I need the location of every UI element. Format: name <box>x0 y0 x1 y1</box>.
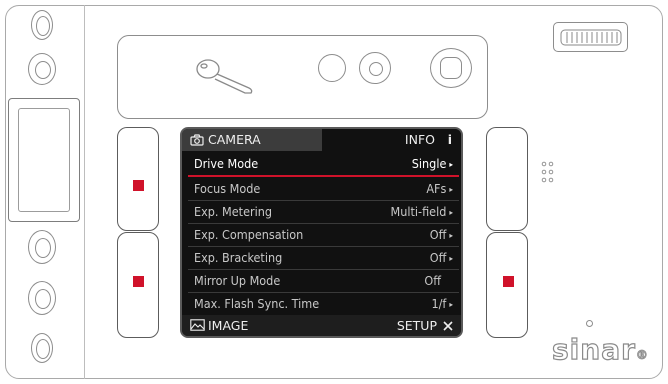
top-left-dial[interactable] <box>31 10 53 40</box>
status-led <box>586 320 593 327</box>
menu-item-exp-bracketing[interactable]: Exp. Bracketing Off ▸ <box>188 247 459 269</box>
chevron-right-icon: ▸ <box>449 160 453 169</box>
menu-item-value: 1/f ▸ <box>431 296 453 311</box>
chevron-right-icon: ▸ <box>449 231 453 240</box>
selection-underline <box>188 175 459 177</box>
image-icon <box>190 319 205 331</box>
lower-dial[interactable] <box>28 230 56 264</box>
right-lower-soft-button[interactable] <box>486 232 528 338</box>
chevron-right-icon: ▸ <box>449 300 453 309</box>
menu-item-label: Mirror Up Mode <box>194 273 281 288</box>
left-lower-soft-button[interactable] <box>117 232 159 338</box>
menu-item-label: Exp. Compensation <box>194 227 304 242</box>
left-panel-divider <box>84 5 85 379</box>
chevron-right-icon: ▸ <box>449 185 453 194</box>
menu-item-value: Multi-field ▸ <box>390 204 453 219</box>
left-upper-soft-button[interactable] <box>117 127 159 231</box>
menu-item-exp-metering[interactable]: Exp. Metering Multi-field ▸ <box>188 201 459 223</box>
key-icon <box>196 59 253 94</box>
right-upper-soft-button[interactable] <box>486 127 528 231</box>
menu-item-value: AFs ▸ <box>426 181 453 196</box>
menu-item-focus-mode[interactable]: Focus Mode AFs ▸ <box>188 178 459 200</box>
menu-item-drive-mode[interactable]: Drive Mode Single ▸ <box>188 153 459 175</box>
menu-item-label: Max. Flash Sync. Time <box>194 296 320 311</box>
round-button-right[interactable] <box>359 52 391 84</box>
menu-item-label: Exp. Bracketing <box>194 250 283 265</box>
menu-item-label: Drive Mode <box>194 156 259 171</box>
menu-item-label: Exp. Metering <box>194 204 273 219</box>
menu-item-value: Off <box>424 273 441 288</box>
menu-item-mirror-up-mode[interactable]: Mirror Up Mode Off <box>188 270 459 292</box>
eyepiece-window <box>18 108 70 212</box>
menu-item-value: Off ▸ <box>429 227 453 242</box>
tab-image[interactable]: IMAGE <box>182 315 302 336</box>
square-button[interactable] <box>430 48 472 88</box>
menu-footer: IMAGE SETUP <box>182 315 461 336</box>
menu-item-label: Focus Mode <box>194 181 261 196</box>
camera-icon <box>190 134 204 146</box>
brand-logo: sinar® <box>551 332 649 366</box>
right-lower-red-marker <box>503 276 514 287</box>
chevron-right-icon: ▸ <box>449 254 453 263</box>
thumb-wheel[interactable] <box>553 22 628 52</box>
chevron-right-icon: ▸ <box>449 208 453 217</box>
bottom-left-button[interactable] <box>31 333 53 363</box>
thumb-wheel-ridges <box>560 29 622 46</box>
left-upper-red-marker <box>133 180 144 191</box>
info-icon: i <box>447 132 452 147</box>
tab-camera-label: CAMERA <box>208 132 261 147</box>
left-lower-red-marker <box>133 276 144 287</box>
lower-dial-2[interactable] <box>28 281 56 315</box>
tab-setup-label: SETUP <box>396 318 437 333</box>
menu-item-exp-compensation[interactable]: Exp. Compensation Off ▸ <box>188 224 459 246</box>
tab-camera[interactable]: CAMERA <box>182 129 322 151</box>
tools-icon <box>443 321 453 331</box>
tab-setup[interactable]: SETUP <box>362 315 461 336</box>
menu-item-value: Off ▸ <box>429 250 453 265</box>
speaker-grille-icon <box>541 161 554 183</box>
lcd-screen: CAMERA INFO i Drive Mode Single ▸ Focus M… <box>180 127 463 338</box>
menu-item-max-flash-sync-time[interactable]: Max. Flash Sync. Time 1/f ▸ <box>188 293 459 315</box>
tab-info-label: INFO <box>404 132 435 147</box>
tab-info[interactable]: INFO i <box>322 129 461 151</box>
mode-dial[interactable] <box>28 53 56 85</box>
tab-image-label: IMAGE <box>208 318 249 333</box>
menu-item-value: Single ▸ <box>411 156 453 171</box>
round-button-left[interactable] <box>318 54 346 82</box>
